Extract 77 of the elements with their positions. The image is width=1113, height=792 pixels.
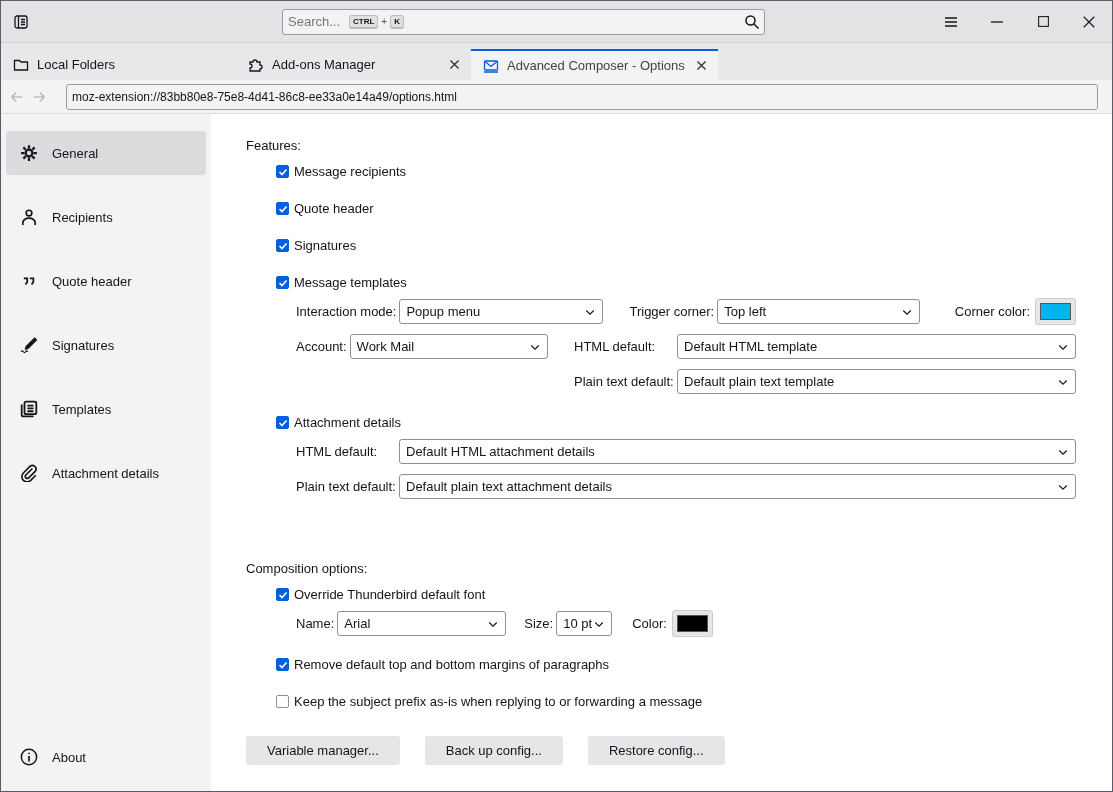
checkbox[interactable] [276, 658, 289, 671]
field-label: Plain text default: [574, 374, 674, 389]
info-icon [20, 748, 38, 766]
section-heading: Composition options: [246, 561, 369, 576]
key-cap: CTRL [349, 14, 379, 29]
sidebar-item[interactable]: Signatures [6, 323, 206, 367]
field-label: Color: [632, 616, 667, 631]
close-icon [695, 59, 708, 72]
checkbox-label: Keep the subject prefix as-is when replying to or forwarding a message [294, 694, 703, 709]
checkbox-label: Attachment details [294, 415, 401, 430]
dropdown[interactable]: Arial [337, 611, 507, 636]
tab[interactable]: Add-ons Manager [236, 49, 471, 80]
color-picker[interactable] [1035, 298, 1076, 325]
sidebar-item[interactable]: Recipients [6, 195, 206, 239]
envelope-icon [483, 57, 499, 74]
paperclip-icon [20, 464, 38, 482]
back-arrow-icon [10, 89, 24, 104]
person-icon [20, 208, 38, 226]
field-label: HTML default: [574, 339, 657, 354]
checkbox[interactable] [276, 416, 289, 429]
field-label: Name: [296, 616, 335, 631]
dropdown[interactable]: Default HTML template [677, 334, 1076, 359]
dropdown[interactable]: Work Mail [349, 334, 548, 359]
checkbox[interactable] [276, 202, 289, 215]
list-icon [13, 13, 29, 30]
dropdown[interactable]: Popup menu [399, 299, 604, 324]
forward-arrow-icon [32, 89, 46, 104]
checkbox-label: Remove default top and bottom margins of paragraphs [294, 657, 610, 672]
field-label: HTML default: [296, 444, 379, 459]
search-field[interactable]: Search... CTRL + K [282, 8, 765, 35]
field-label: Plain text default: [296, 479, 396, 494]
checkbox[interactable] [276, 588, 289, 601]
tab[interactable]: Advanced Composer - Options [471, 49, 718, 80]
sidebar-item[interactable]: About [6, 735, 206, 779]
dropdown[interactable]: 10 pt [556, 611, 613, 636]
plus-sign: + [381, 16, 388, 27]
field-label: Trigger corner: [629, 304, 715, 319]
gear-icon [20, 144, 38, 162]
tab-close-button[interactable] [448, 58, 461, 71]
section-heading: Features: [246, 138, 302, 153]
color-picker[interactable] [671, 610, 713, 637]
sidebar-item[interactable]: General [6, 131, 206, 175]
sidebar-item[interactable]: Templates [6, 387, 206, 431]
field-label: Account: [296, 339, 347, 354]
checkbox[interactable] [276, 239, 289, 252]
address-field[interactable]: moz-extension://83bb80e8-75e8-4d41-86c8-ee33a0e14a49/options.html [66, 83, 1098, 110]
pages-icon [20, 400, 38, 418]
checkbox-label: Quote header [294, 201, 374, 216]
action-button[interactable]: Back up config... [424, 736, 563, 765]
search-icon [744, 13, 760, 30]
key-cap: K [390, 14, 404, 29]
close-icon [448, 58, 461, 71]
field-label: Interaction mode: [296, 304, 397, 319]
action-button[interactable]: Variable manager... [246, 736, 400, 765]
maximize-icon [1036, 15, 1050, 28]
sidebar-item[interactable]: Quote header [6, 259, 206, 303]
field-label: Corner color: [954, 304, 1030, 319]
checkbox-label: Override Thunderbird default font [294, 587, 486, 602]
close-icon [1082, 14, 1096, 29]
dropdown[interactable]: Top left [717, 299, 921, 324]
sidebar-item[interactable]: Attachment details [6, 451, 206, 495]
dropdown[interactable]: Default plain text attachment details [399, 474, 1076, 499]
puzzle-icon [248, 56, 264, 73]
checkbox[interactable] [276, 165, 289, 178]
checkbox-label: Message templates [294, 275, 407, 290]
tab[interactable]: Local Folders [1, 49, 236, 80]
checkbox[interactable] [276, 695, 289, 708]
pen-icon [20, 336, 38, 354]
field-label: Size: [524, 616, 554, 631]
checkbox[interactable] [276, 276, 289, 289]
dropdown[interactable]: Default plain text template [677, 369, 1076, 394]
action-button[interactable]: Restore config... [587, 736, 725, 765]
checkbox-label: Signatures [294, 238, 357, 253]
minimize-icon [991, 20, 1003, 23]
tab-close-button[interactable] [695, 59, 708, 72]
dropdown[interactable]: Default HTML attachment details [399, 439, 1076, 464]
checkbox-label: Message recipients [294, 164, 406, 179]
